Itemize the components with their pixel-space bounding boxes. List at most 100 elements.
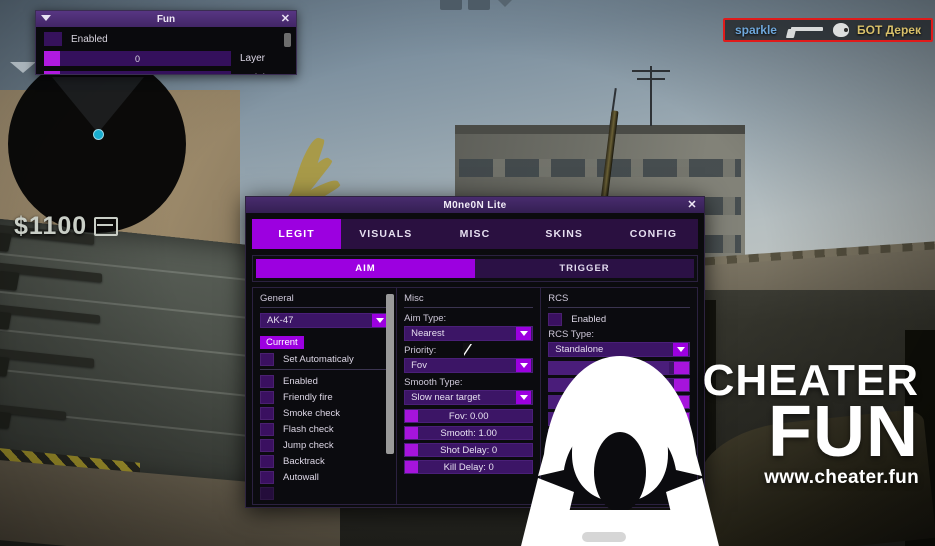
friendly-fire-row[interactable]: Friendly fire xyxy=(260,391,389,404)
caret-down-icon[interactable] xyxy=(41,15,51,21)
hooded-figure-icon xyxy=(521,356,719,546)
friendly-fire-label: Friendly fire xyxy=(283,392,333,403)
fun-weight-label: Weight xyxy=(240,73,288,74)
tab-visuals[interactable]: VISUALS xyxy=(341,219,431,249)
fun-layer-label: Layer xyxy=(240,53,266,64)
kill-feed-entry: sparkle БОТ Дерек xyxy=(722,18,933,42)
radar-view-cone xyxy=(52,77,144,133)
fun-window[interactable]: Fun ✕ Enabled 0 Layer 0.000 Weight xyxy=(35,10,297,75)
flash-check-row[interactable]: Flash check xyxy=(260,423,389,436)
tab-config[interactable]: CONFIG xyxy=(608,219,699,249)
set-automatically-row[interactable]: Set Automaticaly xyxy=(260,353,389,366)
aim-type-dropdown[interactable]: Nearest xyxy=(404,326,534,341)
smoke-check-row[interactable]: Smoke check xyxy=(260,407,389,420)
fun-layer-value: 0 xyxy=(134,53,140,64)
tab-misc[interactable]: MISC xyxy=(430,219,520,249)
menu-titlebar[interactable]: M0ne0N Lite ✕ xyxy=(246,197,704,213)
rcs-enabled-checkbox[interactable] xyxy=(548,313,563,326)
weapon-dropdown[interactable]: AK-47 xyxy=(260,313,390,328)
mouse-cursor xyxy=(463,343,476,355)
kill-delay-slider[interactable]: Kill Delay: 0 xyxy=(404,460,534,474)
general-partial-checkbox[interactable] xyxy=(260,487,274,500)
flash-check-label: Flash check xyxy=(283,424,334,435)
tab-skins[interactable]: SKINS xyxy=(519,219,609,249)
general-divider-2 xyxy=(260,369,390,370)
smooth-type-dropdown[interactable]: Slow near target xyxy=(404,390,534,405)
general-divider xyxy=(260,307,390,308)
close-icon[interactable]: ✕ xyxy=(687,198,697,211)
general-enabled-row[interactable]: Enabled xyxy=(260,375,389,388)
hud-icon-right xyxy=(468,0,490,10)
chevron-down-icon[interactable] xyxy=(516,327,532,340)
fun-window-scrollbar[interactable] xyxy=(284,33,291,47)
menu-title: M0ne0N Lite xyxy=(443,199,507,211)
sub-tab-container: AIM TRIGGER xyxy=(252,255,698,282)
chevron-down-icon xyxy=(498,0,512,7)
rcs-enabled-label: Enabled xyxy=(571,314,607,325)
fov-slider[interactable]: Fov: 0.00 xyxy=(404,409,534,423)
set-automatically-label: Set Automaticaly xyxy=(283,354,354,365)
general-scrollbar[interactable] xyxy=(386,294,395,454)
rcs-divider xyxy=(548,307,690,308)
general-header: General xyxy=(260,293,294,304)
fun-window-titlebar[interactable]: Fun ✕ xyxy=(36,11,296,27)
chevron-down-icon[interactable] xyxy=(372,314,388,327)
autowall-checkbox[interactable] xyxy=(260,471,274,484)
autowall-row[interactable]: Autowall xyxy=(260,471,389,484)
aim-type-label: Aim Type: xyxy=(404,313,447,324)
close-icon[interactable]: ✕ xyxy=(281,12,290,25)
set-automatically-checkbox[interactable] xyxy=(260,353,274,366)
fun-enabled-label: Enabled xyxy=(71,33,108,45)
general-enabled-checkbox[interactable] xyxy=(260,375,274,388)
priority-value: Fov xyxy=(411,360,427,371)
jump-check-row[interactable]: Jump check xyxy=(260,439,389,452)
fun-layer-row[interactable]: 0 Layer xyxy=(44,51,288,66)
antenna-icon xyxy=(632,66,670,126)
fun-weight-value: 0.000 xyxy=(126,74,149,75)
backtrack-row[interactable]: Backtrack xyxy=(260,455,389,468)
shot-delay-slider-value: Shot Delay: 0 xyxy=(440,444,498,456)
radar-direction-arrow-icon xyxy=(10,62,36,73)
backtrack-label: Backtrack xyxy=(283,456,325,467)
main-tab-bar[interactable]: LEGIT VISUALS MISC SKINS CONFIG xyxy=(252,219,699,249)
friendly-fire-checkbox[interactable] xyxy=(260,391,274,404)
killfeed-killer-name: sparkle xyxy=(734,23,777,37)
sub-tab-bar[interactable]: AIM TRIGGER xyxy=(256,259,694,278)
smooth-type-value: Slow near target xyxy=(411,392,481,403)
watermark-url: www.cheater.fun xyxy=(764,467,919,489)
hud-icon-left xyxy=(440,0,462,10)
fun-window-title: Fun xyxy=(156,13,176,25)
fun-enabled-row[interactable]: Enabled xyxy=(44,32,288,46)
headshot-icon xyxy=(832,23,849,37)
tab-legit[interactable]: LEGIT xyxy=(252,219,342,249)
misc-header: Misc xyxy=(404,293,424,304)
subtab-aim[interactable]: AIM xyxy=(256,259,475,278)
jump-check-label: Jump check xyxy=(283,440,334,451)
smooth-slider-value: Smooth: 1.00 xyxy=(440,427,497,439)
subtab-trigger[interactable]: TRIGGER xyxy=(475,259,694,278)
rcs-enabled-row[interactable]: Enabled xyxy=(548,313,690,326)
jump-check-checkbox[interactable] xyxy=(260,439,274,452)
fun-weight-slider[interactable]: 0.000 xyxy=(44,71,231,75)
smooth-slider[interactable]: Smooth: 1.00 xyxy=(404,426,534,440)
cheater-fun-watermark: CHEATER FUN www.cheater.fun xyxy=(703,359,919,489)
fun-layer-slider[interactable]: 0 xyxy=(44,51,231,66)
general-panel: General AK-47 Current Set Automaticaly E… xyxy=(253,288,398,504)
shopping-cart-icon xyxy=(94,217,119,236)
backtrack-checkbox[interactable] xyxy=(260,455,274,468)
priority-dropdown[interactable]: Fov xyxy=(404,358,534,373)
misc-divider xyxy=(404,307,534,308)
radar-player-dot xyxy=(93,129,104,140)
money-hud: $1100 xyxy=(14,212,119,241)
flash-check-checkbox[interactable] xyxy=(260,423,274,436)
smooth-type-label: Smooth Type: xyxy=(404,377,463,388)
shot-delay-slider[interactable]: Shot Delay: 0 xyxy=(404,443,534,457)
fun-weight-row[interactable]: 0.000 Weight xyxy=(44,71,288,75)
kill-delay-slider-value: Kill Delay: 0 xyxy=(443,461,494,473)
autowall-label: Autowall xyxy=(283,472,319,483)
current-chip[interactable]: Current xyxy=(260,336,304,349)
general-partial-row[interactable] xyxy=(260,487,389,500)
smoke-check-checkbox[interactable] xyxy=(260,407,274,420)
fun-enabled-checkbox[interactable] xyxy=(44,32,62,46)
watermark-line-2: FUN xyxy=(768,391,919,472)
